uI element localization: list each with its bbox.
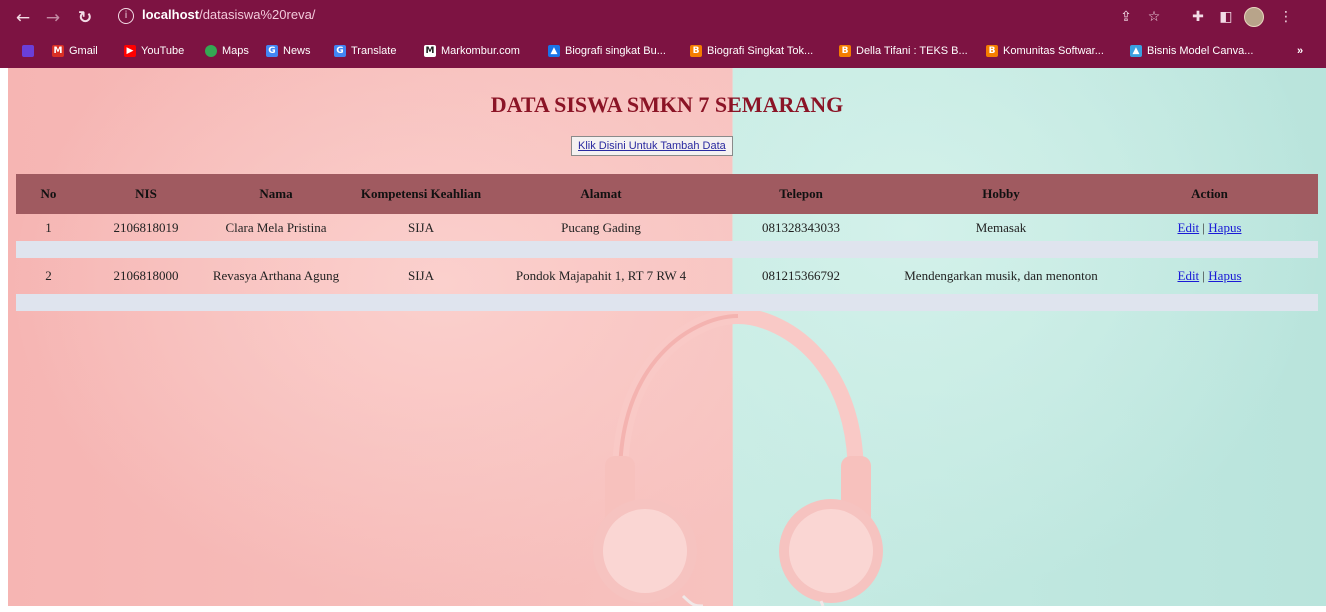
bookmark-translate[interactable]: G Translate bbox=[334, 43, 396, 59]
bookmark-biografi-tok[interactable]: B Biografi Singkat Tok... bbox=[690, 43, 813, 59]
bookmark-label: Gmail bbox=[69, 45, 98, 57]
action-separator: | bbox=[1202, 268, 1206, 283]
bookmark-youtube[interactable]: ▶ YouTube bbox=[124, 43, 184, 59]
table-spacer-row bbox=[16, 241, 1318, 258]
bookmark-label: Della Tifani : TEKS B... bbox=[856, 45, 968, 57]
bookmark-news[interactable]: G News bbox=[266, 43, 311, 59]
bookmark-label: Maps bbox=[222, 45, 249, 57]
bookmark-maps[interactable]: Maps bbox=[205, 43, 249, 59]
header-kompetensi: Kompetensi Keahlian bbox=[341, 174, 501, 214]
browser-toolbar: ← → ↻ i localhost/datasiswa%20reva/ ⇪ ☆ … bbox=[0, 0, 1326, 68]
header-nis: NIS bbox=[81, 174, 211, 214]
cell-telepon: 081215366792 bbox=[762, 268, 840, 283]
cell-nama: Revasya Arthana Agung bbox=[212, 268, 340, 283]
forward-arrow-icon[interactable]: → bbox=[42, 7, 64, 29]
cell-nama: Clara Mela Pristina bbox=[225, 219, 327, 235]
youtube-icon: ▶ bbox=[124, 45, 136, 57]
page-content: DATA SISWA SMKN 7 SEMARANG Klik Disini U… bbox=[8, 68, 1326, 606]
bookmark-label: News bbox=[283, 45, 311, 57]
blogger-icon: B bbox=[690, 45, 702, 57]
url-path: /datasiswa%20reva/ bbox=[199, 7, 316, 22]
headphones-image bbox=[593, 307, 883, 606]
bookmark-gmail[interactable]: M Gmail bbox=[52, 43, 98, 59]
bookmark-della-tifani[interactable]: B Della Tifani : TEKS B... bbox=[839, 43, 968, 59]
cell-no: 1 bbox=[45, 219, 52, 235]
translate-icon: G bbox=[334, 45, 346, 57]
menu-kebab-icon[interactable]: ⋮ bbox=[1276, 7, 1296, 27]
cell-action: Edit | Hapus bbox=[1101, 214, 1318, 241]
bookmark-label: Biografi singkat Bu... bbox=[565, 45, 666, 57]
cell-alamat: Pucang Gading bbox=[561, 219, 641, 235]
more-bookmarks-icon[interactable]: » bbox=[1297, 43, 1303, 59]
cell-hobby: Memasak bbox=[975, 219, 1027, 235]
extensions-puzzle-icon[interactable]: ✚ bbox=[1188, 7, 1208, 27]
bookmark-markombur[interactable]: M Markombur.com bbox=[424, 43, 520, 59]
bookmark-komunitas[interactable]: B Komunitas Softwar... bbox=[986, 43, 1104, 59]
cell-kompetensi: SIJA bbox=[407, 268, 434, 283]
share-icon[interactable]: ⇪ bbox=[1116, 7, 1136, 27]
bookmark-bisnis-model[interactable]: ▲ Bisnis Model Canva... bbox=[1130, 43, 1253, 59]
bookmarks-bar: M Gmail ▶ YouTube Maps G News G Translate MM… bbox=[0, 36, 1326, 66]
header-hobby: Hobby bbox=[901, 174, 1101, 214]
edit-link[interactable]: Edit bbox=[1178, 220, 1200, 235]
site-info-icon[interactable]: i bbox=[118, 8, 134, 24]
hapus-link[interactable]: Hapus bbox=[1208, 220, 1241, 235]
bookmark-label: Biografi Singkat Tok... bbox=[707, 45, 814, 57]
table-spacer-row bbox=[16, 294, 1318, 311]
header-action: Action bbox=[1101, 174, 1318, 214]
cell-nis: 2106818019 bbox=[113, 219, 179, 235]
table-header-row: No NIS Nama Kompetensi Keahlian Alamat T… bbox=[16, 174, 1318, 214]
bookmark-label: Translate bbox=[351, 45, 397, 57]
side-panel-icon[interactable]: ◧ bbox=[1216, 7, 1236, 27]
url-text[interactable]: localhost/datasiswa%20reva/ bbox=[142, 7, 315, 22]
hapus-link[interactable]: Hapus bbox=[1208, 268, 1241, 283]
cell-alamat: Pondok Majapahit 1, RT 7 RW 4 bbox=[515, 268, 687, 283]
gmail-icon: M bbox=[52, 45, 64, 57]
apps-icon[interactable] bbox=[22, 43, 39, 59]
news-icon: G bbox=[266, 45, 278, 57]
bookmark-biografi-bu[interactable]: ▲ Biografi singkat Bu... bbox=[548, 43, 666, 59]
edit-link[interactable]: Edit bbox=[1178, 268, 1200, 283]
cell-kompetensi: SIJA bbox=[407, 219, 434, 235]
browser-window: ← → ↻ i localhost/datasiswa%20reva/ ⇪ ☆ … bbox=[0, 0, 1326, 612]
url-host: localhost bbox=[142, 7, 200, 22]
cell-action: Edit | Hapus bbox=[1101, 258, 1318, 294]
students-table: No NIS Nama Kompetensi Keahlian Alamat T… bbox=[16, 174, 1318, 311]
toolbar-icons: ⇪ ☆ ✚ ◧ ⋮ bbox=[1116, 7, 1316, 29]
action-separator: | bbox=[1202, 219, 1206, 235]
cell-hobby: Mendengarkan musik, dan menonton bbox=[904, 268, 1098, 283]
page-title: DATA SISWA SMKN 7 SEMARANG bbox=[490, 92, 844, 117]
cell-no: 2 bbox=[45, 268, 52, 283]
header-telepon: Telepon bbox=[701, 174, 901, 214]
header-nama: Nama bbox=[211, 174, 341, 214]
address-bar[interactable]: i localhost/datasiswa%20reva/ bbox=[108, 5, 1198, 29]
table-row: 1 2106818019 Clara Mela Pristina SIJA Pu… bbox=[16, 214, 1318, 241]
reload-icon[interactable]: ↻ bbox=[74, 7, 96, 29]
canva-icon: ▲ bbox=[1130, 45, 1142, 57]
profile-avatar[interactable] bbox=[1244, 7, 1264, 27]
bookmark-label: YouTube bbox=[141, 45, 185, 57]
cell-nis: 2106818000 bbox=[113, 268, 179, 283]
add-data-button[interactable]: Klik Disini Untuk Tambah Data bbox=[571, 136, 733, 156]
cell-telepon: 081328343033 bbox=[762, 219, 840, 235]
biografi-icon: ▲ bbox=[548, 45, 560, 57]
header-no: No bbox=[16, 174, 81, 214]
markombur-icon: M bbox=[424, 45, 436, 57]
back-arrow-icon[interactable]: ← bbox=[12, 7, 34, 29]
bookmark-star-icon[interactable]: ☆ bbox=[1144, 7, 1164, 27]
blogger-icon: B bbox=[839, 45, 851, 57]
bookmark-label: Bisnis Model Canva... bbox=[1147, 45, 1254, 57]
bookmark-label: Komunitas Softwar... bbox=[1003, 45, 1104, 57]
address-row: ← → ↻ i localhost/datasiswa%20reva/ ⇪ ☆ … bbox=[0, 0, 1326, 36]
blogger-icon: B bbox=[986, 45, 998, 57]
header-alamat: Alamat bbox=[501, 174, 701, 214]
table-row: 2 2106818000 Revasya Arthana Agung SIJA … bbox=[16, 258, 1318, 294]
maps-icon bbox=[205, 45, 217, 57]
bookmark-label: Markombur.com bbox=[441, 45, 520, 57]
